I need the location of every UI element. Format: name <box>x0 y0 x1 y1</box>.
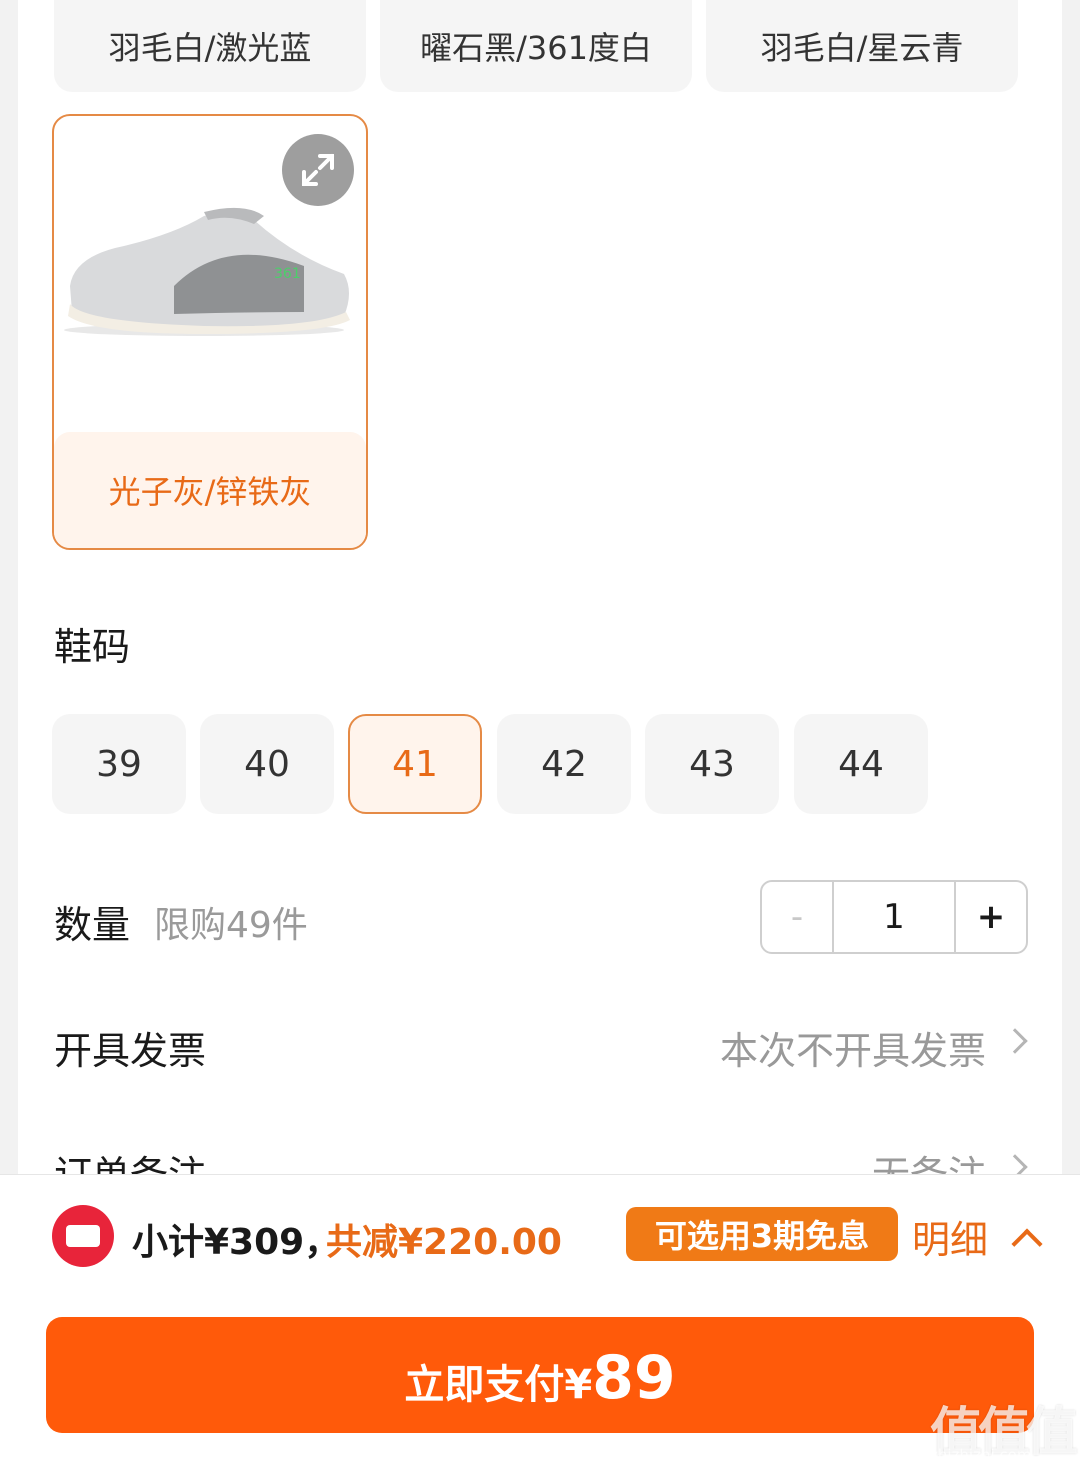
coupon-icon <box>52 1205 114 1267</box>
size-option-41[interactable]: 41 <box>348 714 482 814</box>
invoice-title: 开具发票 <box>54 1029 207 1073</box>
quantity-stepper: - 1 + <box>760 880 1028 954</box>
color-option-3[interactable]: 羽毛白/星云青 <box>706 0 1018 92</box>
invoice-value[interactable]: 本次不开具发票 <box>720 1020 986 1075</box>
expand-icon <box>302 154 334 186</box>
price-detail-link[interactable]: 明细 <box>912 1209 988 1264</box>
pay-amount: 89 <box>592 1343 676 1413</box>
installment-badge[interactable]: 可选用3期免息 <box>626 1207 898 1261</box>
color-option-label: 羽毛白/激光蓝 <box>108 29 312 67</box>
subtotal-text: 小计¥309， <box>132 1222 341 1263</box>
expand-image-button[interactable] <box>282 134 354 206</box>
color-option-2[interactable]: 曜石黑/361度白 <box>380 0 692 92</box>
increment-button[interactable]: + <box>954 882 1026 952</box>
color-option-label: 曜石黑/361度白 <box>420 29 652 67</box>
size-option-43[interactable]: 43 <box>645 714 779 814</box>
pay-now-button[interactable]: 立即支付¥ 89 <box>46 1317 1034 1433</box>
svg-text:361: 361 <box>274 266 301 282</box>
size-option-44[interactable]: 44 <box>794 714 928 814</box>
size-option-39[interactable]: 39 <box>52 714 186 814</box>
color-option-selected[interactable]: 361 光子灰/锌铁灰 <box>52 114 368 550</box>
size-section-title: 鞋码 <box>54 625 131 669</box>
size-option-42[interactable]: 42 <box>497 714 631 814</box>
watermark-url: zhizhizhi.com <box>930 1446 1032 1464</box>
discount-text: 共减¥220.00 <box>326 1222 562 1263</box>
color-option-label: 羽毛白/星云青 <box>760 29 964 67</box>
quantity-value[interactable]: 1 <box>834 882 954 952</box>
checkout-bar: 小计¥309， 共减¥220.00 可选用3期免息 明细 立即支付¥ 89 <box>0 1174 1080 1471</box>
quantity-title: 数量 <box>54 903 131 947</box>
pay-button-label: 立即支付¥ <box>404 1362 593 1408</box>
size-option-40[interactable]: 40 <box>200 714 334 814</box>
chevron-up-icon[interactable] <box>1011 1228 1043 1260</box>
color-option-label: 光子灰/锌铁灰 <box>54 432 366 548</box>
decrement-button[interactable]: - <box>762 882 834 952</box>
color-option-1[interactable]: 羽毛白/激光蓝 <box>54 0 366 92</box>
purchase-limit: 限购49件 <box>154 905 308 946</box>
